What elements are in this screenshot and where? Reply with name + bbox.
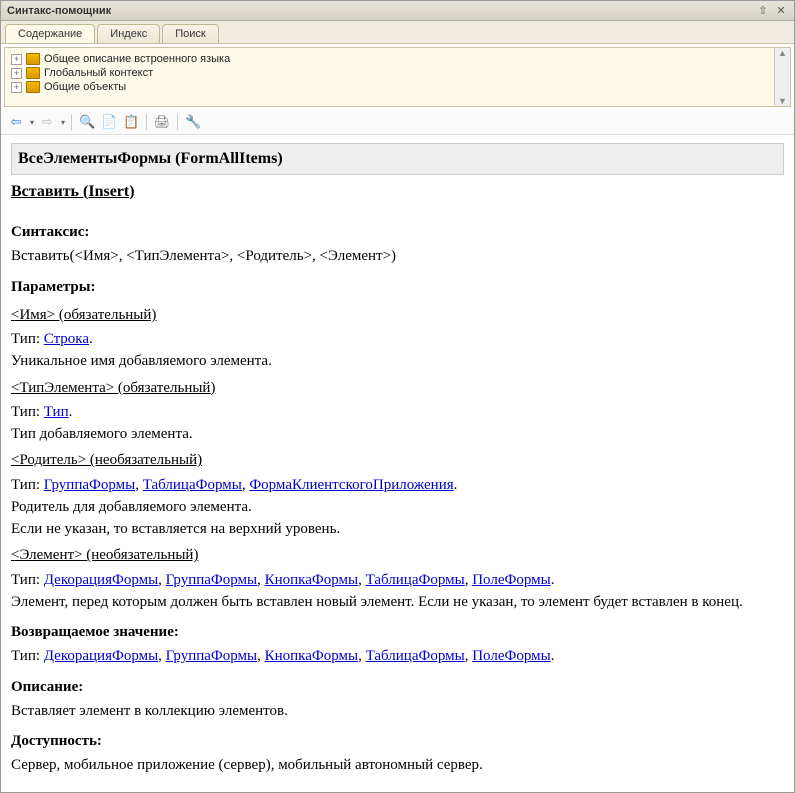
version-label: Использование в версии: bbox=[11, 786, 784, 788]
chevron-down-icon[interactable]: ▾ bbox=[30, 118, 34, 127]
expand-icon[interactable]: + bbox=[11, 54, 22, 65]
param-desc: Родитель для добавляемого элемента. bbox=[11, 497, 784, 517]
type-label: Тип: bbox=[11, 648, 44, 664]
return-type-line: Тип: ДекорацияФормы, ГруппаФормы, Кнопка… bbox=[11, 646, 784, 666]
type-link[interactable]: ПолеФормы bbox=[472, 648, 550, 664]
availability-text: Сервер, мобильное приложение (сервер), м… bbox=[11, 755, 784, 775]
param-desc: Уникальное имя добавляемого элемента. bbox=[11, 351, 784, 371]
description-text: Вставляет элемент в коллекцию элементов. bbox=[11, 701, 784, 721]
tree-item-label: Глобальный контекст bbox=[44, 67, 153, 79]
syntax-label: Синтаксис: bbox=[11, 222, 784, 242]
separator bbox=[177, 114, 178, 130]
expand-icon[interactable]: + bbox=[11, 82, 22, 93]
param-desc: Элемент, перед которым должен быть встав… bbox=[11, 592, 784, 612]
tabs: Содержание Индекс Поиск bbox=[1, 21, 794, 44]
type-label: Тип: bbox=[11, 331, 44, 347]
return-label: Возвращаемое значение: bbox=[11, 622, 784, 642]
separator bbox=[71, 114, 72, 130]
syntax-line: Вставить(<Имя>, <ТипЭлемента>, <Родитель… bbox=[11, 246, 784, 266]
titlebar-controls: ⇧ ✕ bbox=[756, 4, 788, 18]
type-link[interactable]: КнопкаФормы bbox=[265, 572, 358, 588]
forward-icon[interactable]: ⇨ bbox=[38, 113, 56, 131]
type-link[interactable]: Тип bbox=[44, 404, 69, 420]
type-link[interactable]: ТаблицаФормы bbox=[143, 477, 242, 493]
window-title: Синтакс-помощник bbox=[7, 5, 111, 17]
tree-item[interactable]: + Глобальный контекст bbox=[11, 66, 784, 80]
tree-pane: + Общее описание встроенного языка + Гло… bbox=[4, 47, 791, 107]
param-desc: Тип добавляемого элемента. bbox=[11, 424, 784, 444]
tree-item-label: Общее описание встроенного языка bbox=[44, 53, 230, 65]
tab-search-label: Поиск bbox=[175, 28, 205, 40]
param-type-line: Тип: ДекорацияФормы, ГруппаФормы, Кнопка… bbox=[11, 570, 784, 590]
type-link[interactable]: ГруппаФормы bbox=[166, 572, 257, 588]
paste-icon[interactable]: 📋 bbox=[122, 113, 140, 131]
param-type-line: Тип: ГруппаФормы, ТаблицаФормы, ФормаКли… bbox=[11, 475, 784, 495]
titlebar: Синтакс-помощник ⇧ ✕ bbox=[1, 1, 794, 21]
find-icon[interactable]: 🔍 bbox=[78, 113, 96, 131]
tab-contents[interactable]: Содержание bbox=[5, 24, 95, 43]
param-desc: Если не указан, то вставляется на верхни… bbox=[11, 519, 784, 539]
tree-item-label: Общие объекты bbox=[44, 81, 126, 93]
type-label: Тип: bbox=[11, 404, 44, 420]
book-icon bbox=[26, 53, 40, 65]
type-link[interactable]: ФормаКлиентскогоПриложения bbox=[249, 477, 453, 493]
book-icon bbox=[26, 81, 40, 93]
type-link[interactable]: ДекорацияФормы bbox=[44, 572, 158, 588]
type-link[interactable]: КнопкаФормы bbox=[265, 648, 358, 664]
tree-scrollbar[interactable]: ▲▼ bbox=[774, 48, 790, 106]
tab-search[interactable]: Поиск bbox=[162, 24, 218, 43]
expand-icon[interactable]: + bbox=[11, 68, 22, 79]
copy-icon[interactable]: 📄 bbox=[100, 113, 118, 131]
type-label: Тип: bbox=[11, 572, 44, 588]
back-icon[interactable]: ⇦ bbox=[7, 113, 25, 131]
book-icon bbox=[26, 67, 40, 79]
param-name: <Родитель> (необязательный) bbox=[11, 450, 202, 470]
type-link[interactable]: ГруппаФормы bbox=[166, 648, 257, 664]
scroll-down-icon[interactable]: ▼ bbox=[778, 96, 787, 106]
param-name: <Имя> (обязательный) bbox=[11, 305, 156, 325]
param-type-line: Тип: Тип. bbox=[11, 402, 784, 422]
availability-label: Доступность: bbox=[11, 731, 784, 751]
type-link[interactable]: ТаблицаФормы bbox=[366, 572, 465, 588]
type-label: Тип: bbox=[11, 477, 44, 493]
type-link[interactable]: ПолеФормы bbox=[472, 572, 550, 588]
toolbar: ⇦ ▾ ⇨ ▾ 🔍 📄 📋 🖨 🔧 bbox=[1, 110, 794, 135]
params-label: Параметры: bbox=[11, 277, 784, 297]
class-header: ВсеЭлементыФормы (FormAllItems) bbox=[11, 143, 784, 175]
param-name: <ТипЭлемента> (обязательный) bbox=[11, 378, 215, 398]
tree-item[interactable]: + Общие объекты bbox=[11, 80, 784, 94]
type-link[interactable]: ТаблицаФормы bbox=[366, 648, 465, 664]
param-type-line: Тип: Строка. bbox=[11, 329, 784, 349]
description-label: Описание: bbox=[11, 677, 784, 697]
tab-index-label: Индекс bbox=[110, 28, 147, 40]
tree-item[interactable]: + Общее описание встроенного языка bbox=[11, 52, 784, 66]
settings-icon[interactable]: 🔧 bbox=[184, 113, 202, 131]
scroll-up-icon[interactable]: ▲ bbox=[778, 48, 787, 58]
type-link[interactable]: ДекорацияФормы bbox=[44, 648, 158, 664]
content-pane: ВсеЭлементыФормы (FormAllItems) Вставить… bbox=[1, 135, 794, 788]
tab-index[interactable]: Индекс bbox=[97, 24, 160, 43]
type-link[interactable]: ГруппаФормы bbox=[44, 477, 135, 493]
type-link[interactable]: Строка bbox=[44, 331, 89, 347]
param-name: <Элемент> (необязательный) bbox=[11, 545, 198, 565]
method-title: Вставить (Insert) bbox=[11, 181, 135, 203]
tab-contents-label: Содержание bbox=[18, 28, 82, 40]
pin-icon[interactable]: ⇧ bbox=[756, 4, 770, 18]
close-icon[interactable]: ✕ bbox=[774, 4, 788, 18]
print-icon[interactable]: 🖨 bbox=[153, 113, 171, 131]
separator bbox=[146, 114, 147, 130]
chevron-down-icon[interactable]: ▾ bbox=[61, 118, 65, 127]
